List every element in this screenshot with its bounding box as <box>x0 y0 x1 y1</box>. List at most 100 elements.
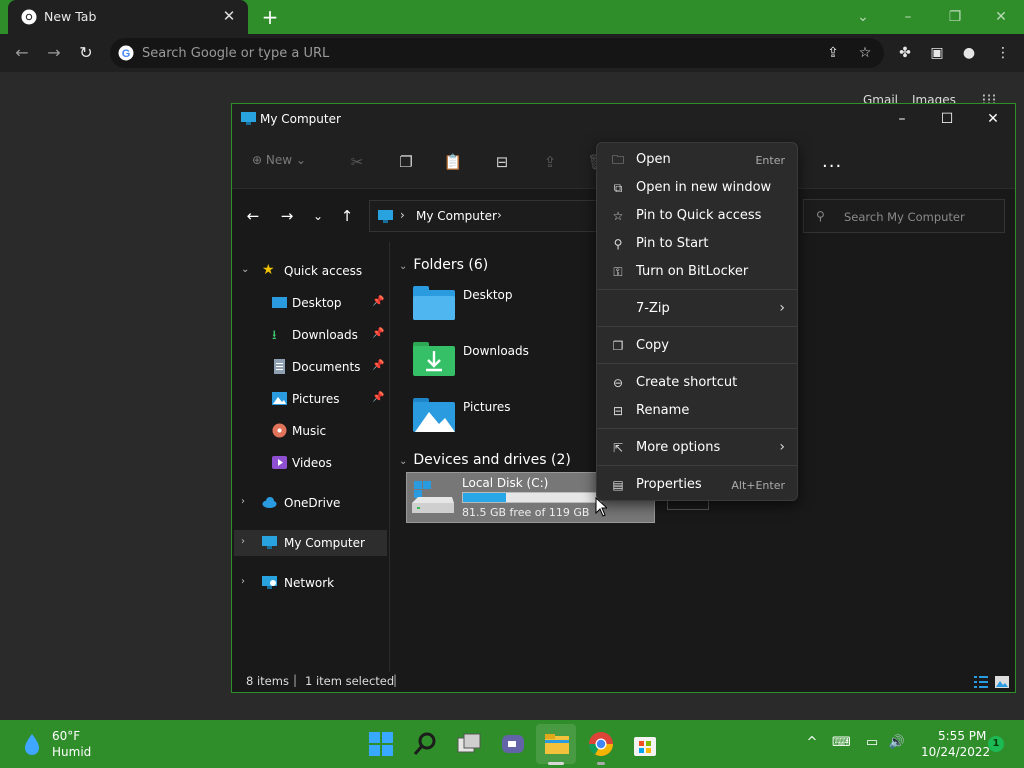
download-icon: ⭳ <box>272 328 277 343</box>
start-icon[interactable] <box>367 730 395 758</box>
bookmark-star-icon[interactable]: ☆ <box>856 44 874 62</box>
menu-item-label: Pin to Start <box>636 236 709 251</box>
new-tab-button[interactable]: + <box>259 6 281 28</box>
address-bar[interactable]: › My Computer › <box>369 200 597 232</box>
pin-icon: 📌 <box>372 328 385 339</box>
weather-temperature[interactable]: 60°F <box>52 729 80 743</box>
menu-item-shortcut: Enter <box>755 154 785 167</box>
sidebar-item-my-computer[interactable]: › My Computer <box>234 530 387 556</box>
sidebar-item-downloads[interactable]: ⭳ Downloads 📌 <box>234 322 387 348</box>
network-icon[interactable]: ▭ <box>863 735 881 750</box>
menu-item-bitlocker[interactable]: ⚿ Turn on BitLocker <box>597 259 797 285</box>
chevron-down-icon[interactable]: ⌄ <box>241 264 249 275</box>
menu-item-properties[interactable]: ▤ Properties Alt+Enter <box>597 472 797 498</box>
cut-icon[interactable]: ✂ <box>347 152 367 172</box>
menu-icon[interactable]: ⋮ <box>994 44 1012 62</box>
search-input[interactable]: ⚲ Search My Computer <box>803 199 1005 233</box>
sidebar-item-documents[interactable]: Documents 📌 <box>234 354 387 380</box>
menu-item-rename[interactable]: ⊟ Rename <box>597 398 797 424</box>
forward-icon[interactable]: → <box>277 206 297 226</box>
search-icon: ⚲ <box>816 209 825 223</box>
group-title: Folders (6) <box>413 257 489 273</box>
minimize-icon[interactable]: – <box>897 6 919 28</box>
folder-downloads[interactable]: Downloads <box>411 340 601 386</box>
menu-separator <box>597 428 797 429</box>
clock-date[interactable]: 10/24/2022 <box>921 745 990 759</box>
explorer-minimize-icon[interactable]: – <box>887 109 917 129</box>
tab-search-icon[interactable]: ⌄ <box>852 6 874 28</box>
task-view-icon[interactable] <box>455 730 483 758</box>
omnibox[interactable]: G Search Google or type a URL ⇪ ☆ <box>110 38 884 68</box>
new-window-icon: ⧉ <box>613 181 623 195</box>
extensions-icon[interactable]: ✤ <box>896 44 914 62</box>
up-icon[interactable]: ↑ <box>337 206 357 226</box>
file-explorer-icon[interactable] <box>543 730 571 758</box>
new-button[interactable]: ⊕ New ⌄ <box>252 153 306 167</box>
keyboard-icon[interactable]: ⌨ <box>832 735 851 750</box>
folder-pictures[interactable]: Pictures <box>411 396 601 442</box>
show-hidden-icons-icon[interactable]: ^ <box>803 735 821 750</box>
sidebar-item-label: Documents <box>292 360 361 374</box>
share-icon[interactable]: ⇪ <box>824 44 842 62</box>
volume-icon[interactable]: 🔊 <box>888 735 906 750</box>
chevron-right-icon[interactable]: › <box>241 496 245 507</box>
folder-desktop[interactable]: Desktop <box>411 284 601 330</box>
details-view-icon[interactable] <box>974 676 988 688</box>
breadcrumb[interactable]: My Computer <box>416 209 497 223</box>
forward-icon[interactable]: → <box>42 41 66 65</box>
breadcrumb-chevron-icon[interactable]: › <box>497 208 502 222</box>
recent-locations-icon[interactable]: ⌄ <box>308 206 328 226</box>
notification-badge[interactable]: 1 <box>988 736 1004 752</box>
folder-label: Desktop <box>463 288 513 302</box>
close-window-icon[interactable]: ✕ <box>990 6 1012 28</box>
tiles-view-icon[interactable] <box>995 676 1009 688</box>
weather-description[interactable]: Humid <box>52 745 91 759</box>
store-icon[interactable] <box>631 730 659 758</box>
folders-group-header[interactable]: ⌄ Folders (6) <box>399 257 488 273</box>
explorer-maximize-icon[interactable]: ☐ <box>932 109 962 129</box>
chrome-icon[interactable] <box>587 730 615 758</box>
explorer-close-icon[interactable]: ✕ <box>978 109 1008 129</box>
sidebar-item-pictures[interactable]: Pictures 📌 <box>234 386 387 412</box>
sidebar-item-quick-access[interactable]: ⌄ ★ Quick access <box>234 258 387 284</box>
back-icon[interactable]: ← <box>243 206 263 226</box>
document-icon <box>274 359 285 374</box>
teams-chat-icon[interactable] <box>499 730 527 758</box>
menu-item-7zip[interactable]: 7-Zip › <box>597 296 797 322</box>
clock-time[interactable]: 5:55 PM <box>938 729 986 743</box>
more-options-button[interactable]: ... <box>822 151 842 172</box>
computer-icon <box>241 112 256 125</box>
menu-item-pin-quick-access[interactable]: ☆ Pin to Quick access <box>597 203 797 229</box>
copy-icon[interactable]: ❐ <box>396 152 416 172</box>
paste-icon[interactable]: 📋 <box>443 152 463 172</box>
menu-item-copy[interactable]: ❐ Copy <box>597 333 797 359</box>
sidebar-item-network[interactable]: › Network <box>234 570 387 596</box>
close-tab-icon[interactable]: ✕ <box>220 7 238 25</box>
share-icon[interactable]: ⇪ <box>540 152 560 172</box>
menu-item-create-shortcut[interactable]: ⊖ Create shortcut <box>597 370 797 396</box>
menu-item-open-new-window[interactable]: ⧉ Open in new window <box>597 175 797 201</box>
chevron-right-icon[interactable]: › <box>241 576 245 587</box>
devices-group-header[interactable]: ⌄ Devices and drives (2) <box>399 452 571 468</box>
menu-item-pin-start[interactable]: ⚲ Pin to Start <box>597 231 797 257</box>
browser-tab[interactable]: New Tab ✕ <box>8 0 248 34</box>
search-icon[interactable] <box>411 730 439 758</box>
menu-item-more-options[interactable]: ⇱ More options › <box>597 435 797 461</box>
chevron-right-icon[interactable]: › <box>241 536 245 547</box>
reload-icon[interactable]: ↻ <box>74 41 98 65</box>
menu-item-open[interactable]: 🗀 Open Enter <box>597 147 797 173</box>
drive-free-space: 81.5 GB free of 119 GB <box>462 506 590 519</box>
sidebar-item-music[interactable]: Music <box>234 418 387 444</box>
sidebar-item-onedrive[interactable]: › OneDrive <box>234 490 387 516</box>
new-button-label: New <box>265 153 293 167</box>
profile-icon[interactable]: ● <box>960 44 978 62</box>
sidebar-item-videos[interactable]: Videos <box>234 450 387 476</box>
side-panel-icon[interactable]: ▣ <box>928 44 946 62</box>
rename-icon[interactable]: ⊟ <box>492 152 512 172</box>
restore-icon[interactable]: ❐ <box>944 6 966 28</box>
downloads-folder-icon <box>413 342 455 376</box>
omnibox-placeholder: Search Google or type a URL <box>142 46 330 61</box>
back-icon[interactable]: ← <box>10 41 34 65</box>
sidebar-item-desktop[interactable]: Desktop 📌 <box>234 290 387 316</box>
weather-icon[interactable] <box>22 733 42 755</box>
